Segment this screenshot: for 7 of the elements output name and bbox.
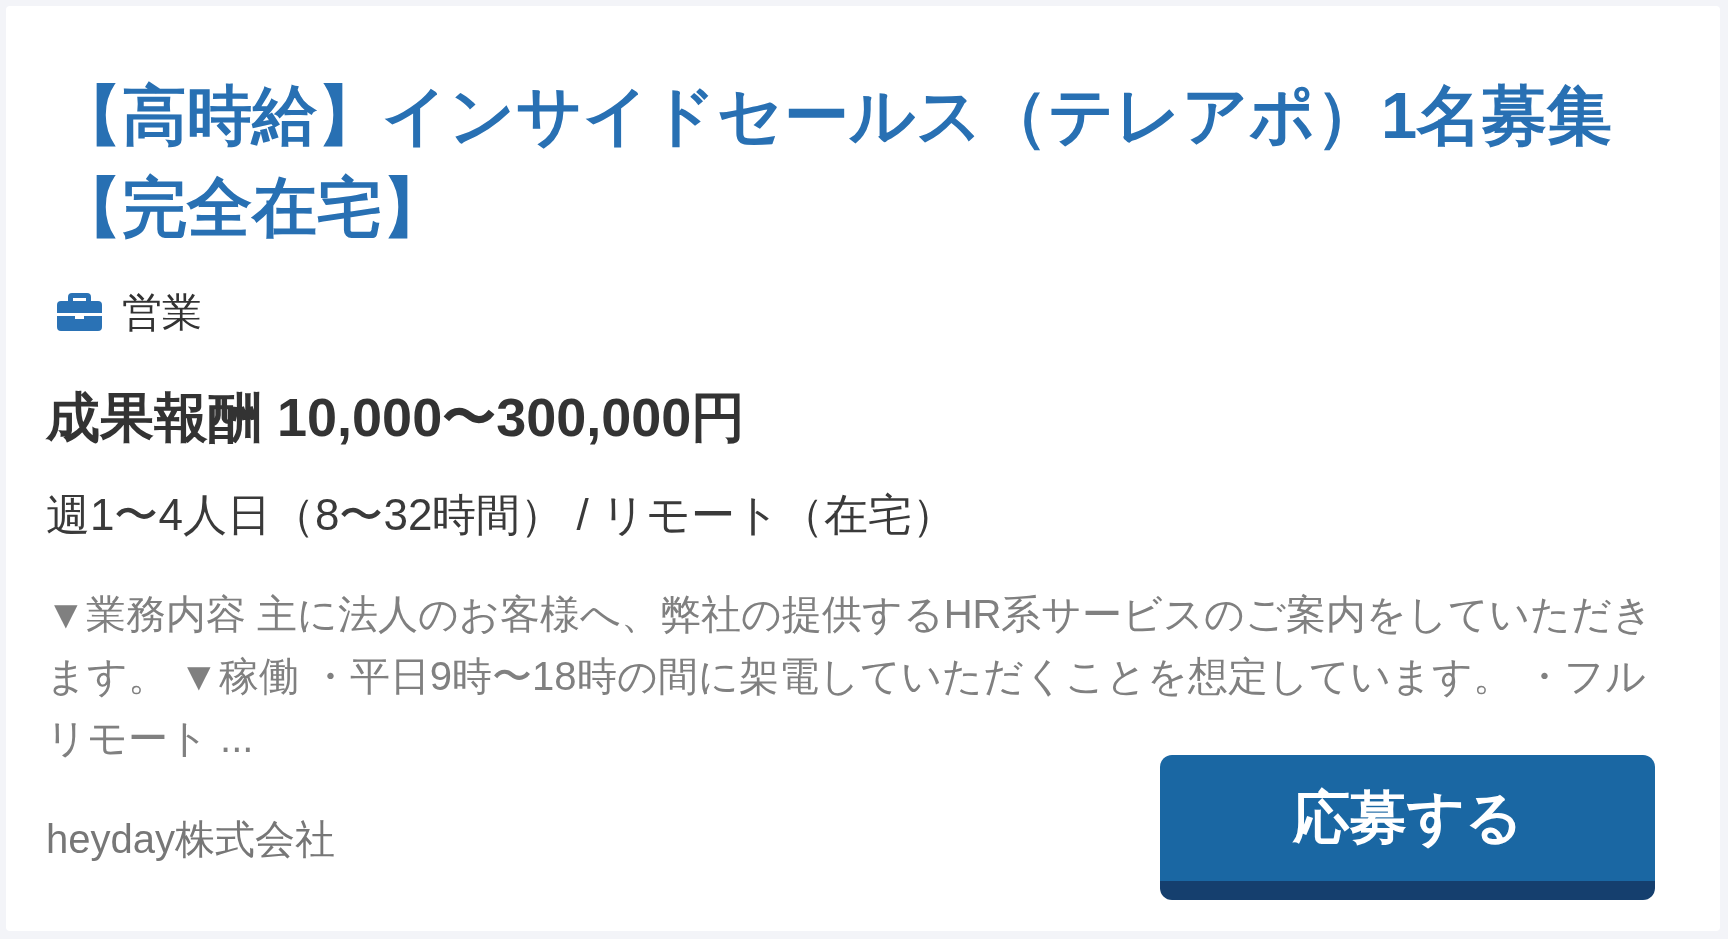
job-title-link[interactable]: 【高時給】インサイドセールス（テレアポ）1名募集【完全在宅】 [57, 70, 1662, 254]
schedule-text: 週1〜4人日（8〜32時間） / リモート（在宅） [46, 489, 958, 541]
briefcase-icon [57, 293, 102, 331]
apply-button[interactable]: 応募する [1160, 755, 1655, 900]
salary-text: 成果報酬 10,000〜300,000円 [46, 386, 747, 449]
company-name: heyday株式会社 [46, 816, 335, 863]
category-label: 営業 [122, 289, 202, 336]
